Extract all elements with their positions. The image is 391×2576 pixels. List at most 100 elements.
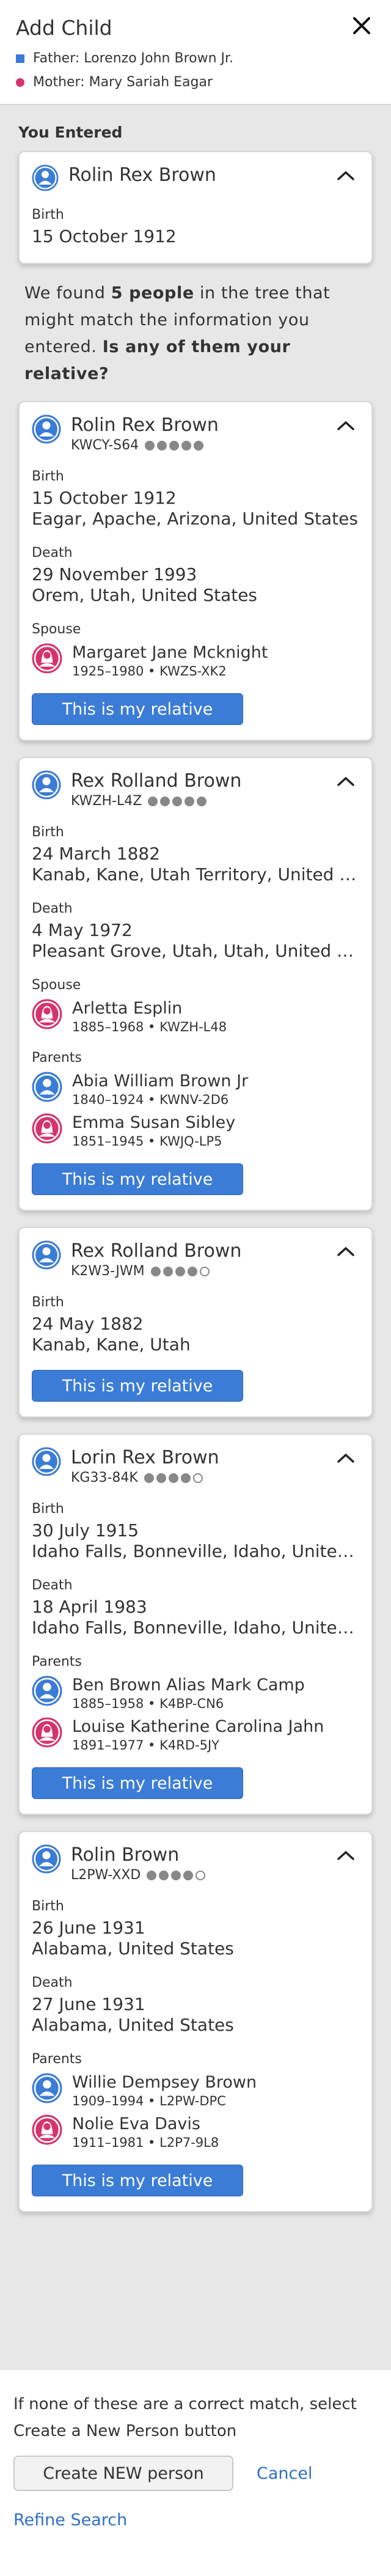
male-avatar-icon <box>32 164 59 191</box>
cancel-link[interactable]: Cancel <box>257 2464 312 2483</box>
this-is-my-relative-button[interactable]: This is my relative <box>32 1370 243 1402</box>
quality-dot-icon <box>160 796 170 806</box>
death-date: 27 June 1931 <box>32 1994 145 2014</box>
quality-dot-icon <box>156 1473 166 1483</box>
birth-place: Kanab, Kane, Utah Territory, United Stat… <box>32 864 359 885</box>
mother-info: Louise Katherine Carolina Jahn 1891–1977 … <box>72 1717 324 1753</box>
mother[interactable]: Nolie Eva Davis 1911–1981 • L2P7-9L8 <box>32 2114 359 2150</box>
birth-label: Birth <box>32 469 64 484</box>
this-is-my-relative-button[interactable]: This is my relative <box>32 693 243 725</box>
birth-date: 24 March 1882 <box>32 844 161 864</box>
quality-dot-icon <box>145 440 155 451</box>
father-dates-id: 1885–1958 • K4BP-CN6 <box>72 1696 224 1711</box>
collapse-chevron-icon[interactable] <box>336 419 356 432</box>
match-card-header: Rex Rolland Brown KWZH-L4Z <box>32 770 359 809</box>
spouse-dates-id: 1925–1980 • KWZS-XK2 <box>72 664 227 679</box>
match-id-row: KWZH-L4Z <box>71 793 241 809</box>
spouse[interactable]: Arletta Esplin 1885–1968 • KWZH-L48 <box>32 999 359 1034</box>
mother[interactable]: Emma Susan Sibley 1851–1945 • KWJQ-LP5 <box>32 1113 359 1149</box>
birth-place: Alabama, United States <box>32 1938 234 1959</box>
father-name[interactable]: Willie Dempsey Brown <box>72 2073 257 2092</box>
match-list: Rolin Rex Brown KWCY-S64 Birth 15 October 1… <box>18 401 373 2212</box>
birth-place: Kanab, Kane, Utah <box>32 1334 191 1355</box>
death-place: Alabama, United States <box>32 2015 234 2035</box>
match-person-id: KWCY-S64 <box>71 438 139 453</box>
birth-place: Idaho Falls, Bonneville, Idaho, United S… <box>32 1541 359 1561</box>
quality-dot-icon <box>148 796 158 806</box>
father-name[interactable]: Abia William Brown Jr <box>72 1072 248 1091</box>
collapse-chevron-icon[interactable] <box>336 169 356 182</box>
match-person-id: L2PW-XXD <box>71 1868 141 1883</box>
collapse-chevron-icon[interactable] <box>336 1849 356 1861</box>
match-name[interactable]: Rex Rolland Brown <box>71 1240 241 1262</box>
father-dates-id: 1840–1924 • KWNV-2D6 <box>72 1092 229 1107</box>
this-is-my-relative-button[interactable]: This is my relative <box>32 1163 243 1195</box>
mother[interactable]: Louise Katherine Carolina Jahn 1891–1977 … <box>32 1717 359 1753</box>
father-info: Abia William Brown Jr 1840–1924 • KWNV-2D… <box>72 1072 248 1107</box>
match-identity: Rolin Brown L2PW-XXD <box>71 1844 208 1883</box>
quality-dot-icon <box>183 1870 194 1880</box>
footer: If none of these are a correct match, se… <box>0 2370 391 2530</box>
match-quality-dots <box>150 1266 212 1276</box>
birth-label: Birth <box>32 825 64 840</box>
match-quality-dots <box>147 1870 208 1880</box>
female-avatar-icon <box>32 1113 62 1144</box>
you-entered-label: You Entered <box>18 123 123 141</box>
match-id-row: KG33-84K <box>71 1470 219 1485</box>
quality-dot-icon <box>181 440 192 451</box>
collapse-chevron-icon[interactable] <box>336 775 356 787</box>
death-place: Orem, Utah, United States <box>32 585 258 605</box>
mother-info: Nolie Eva Davis 1911–1981 • L2P7-9L8 <box>72 2114 219 2150</box>
mother-name[interactable]: Nolie Eva Davis <box>72 2114 219 2134</box>
father-text: Father: Lorenzo John Brown Jr. <box>33 51 234 66</box>
father-line: Father: Lorenzo John Brown Jr. <box>16 51 375 66</box>
birth-date: 15 October 1912 <box>32 488 177 508</box>
this-is-my-relative-button[interactable]: This is my relative <box>32 2165 243 2196</box>
found-message: We found 5 people in the tree that might… <box>24 284 331 383</box>
spouse-name[interactable]: Margaret Jane Mcknight <box>72 643 268 663</box>
quality-dot-icon <box>168 1473 178 1483</box>
female-avatar-icon <box>32 999 62 1029</box>
match-count: 5 people <box>111 284 194 303</box>
match-name[interactable]: Rolin Rex Brown <box>71 414 219 436</box>
match-id-row: K2W3-JWM <box>71 1264 241 1279</box>
collapse-chevron-icon[interactable] <box>336 1245 356 1257</box>
birth-label: Birth <box>32 1295 64 1310</box>
results-area: You Entered Rolin Rex Brown Birth 15 Oct… <box>0 105 391 2370</box>
quality-dot-icon <box>199 1266 210 1276</box>
mother-name[interactable]: Emma Susan Sibley <box>72 1113 235 1133</box>
death-place: Pleasant Grove, Utah, Utah, United State… <box>32 941 359 961</box>
female-avatar-icon <box>32 2114 62 2145</box>
this-is-my-relative-button[interactable]: This is my relative <box>32 1767 243 1799</box>
match-name[interactable]: Rolin Brown <box>71 1844 208 1866</box>
quality-dot-icon <box>169 440 180 451</box>
birth-date: 24 May 1882 <box>32 1314 144 1334</box>
dialog-title: Add Child <box>16 16 112 40</box>
mother-dates-id: 1851–1945 • KWJQ-LP5 <box>72 1134 222 1149</box>
spouse-dates-id: 1885–1968 • KWZH-L48 <box>72 1020 227 1034</box>
match-name[interactable]: Rex Rolland Brown <box>71 770 241 792</box>
refine-search-link[interactable]: Refine Search <box>13 2511 378 2530</box>
father[interactable]: Abia William Brown Jr 1840–1924 • KWNV-2D… <box>32 1072 359 1107</box>
spouse-name[interactable]: Arletta Esplin <box>72 999 227 1018</box>
death-label: Death <box>32 1578 73 1593</box>
spouse[interactable]: Margaret Jane Mcknight 1925–1980 • KWZS-X… <box>32 643 359 679</box>
mother-line: Mother: Mary Sariah Eagar <box>16 75 375 90</box>
match-card-header: Rex Rolland Brown K2W3-JWM <box>32 1240 359 1279</box>
mother-info: Emma Susan Sibley 1851–1945 • KWJQ-LP5 <box>72 1113 235 1149</box>
quality-dot-icon <box>192 1473 203 1483</box>
father[interactable]: Willie Dempsey Brown 1909–1994 • L2PW-DPC <box>32 2073 359 2108</box>
collapse-chevron-icon[interactable] <box>336 1452 356 1464</box>
father-name[interactable]: Ben Brown Alias Mark Camp <box>72 1676 305 1695</box>
entered-birth-date: 15 October 1912 <box>32 226 177 246</box>
birth-date: 30 July 1915 <box>32 1520 139 1540</box>
death-date: 18 April 1983 <box>32 1597 147 1617</box>
male-avatar-icon <box>32 1240 61 1270</box>
create-new-person-button[interactable]: Create NEW person <box>13 2456 233 2491</box>
mother-name[interactable]: Louise Katherine Carolina Jahn <box>72 1717 324 1737</box>
father[interactable]: Ben Brown Alias Mark Camp 1885–1958 • K4B… <box>32 1676 359 1711</box>
match-name[interactable]: Lorin Rex Brown <box>71 1447 219 1469</box>
male-avatar-icon <box>32 1072 62 1102</box>
quality-dot-icon <box>159 1870 169 1880</box>
close-icon[interactable] <box>349 13 374 38</box>
